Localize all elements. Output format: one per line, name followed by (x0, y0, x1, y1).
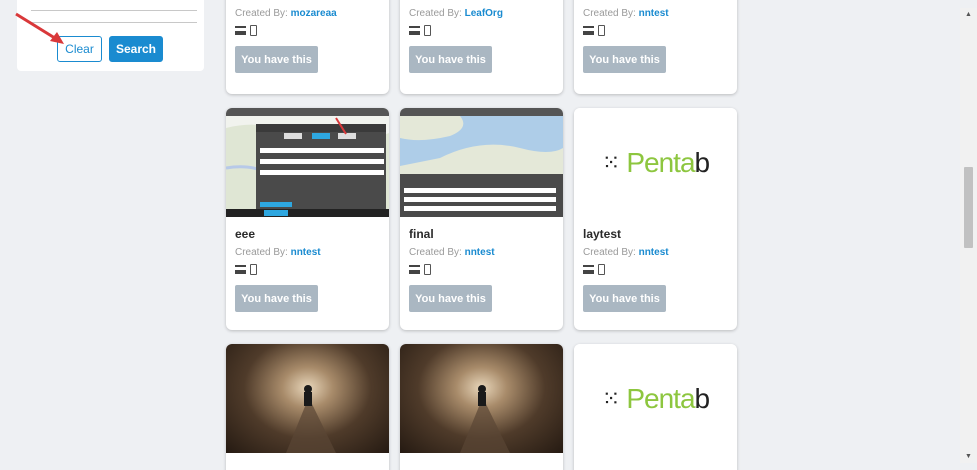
author-link[interactable]: mozareaa (291, 8, 337, 19)
app-thumbnail: ⁙ Pentab (574, 344, 737, 453)
author-link[interactable]: nntest (291, 247, 321, 258)
device-icons (409, 264, 554, 275)
device-icons (235, 264, 380, 275)
created-by: Created By: nntest (409, 247, 495, 258)
desktop-icon (583, 265, 594, 274)
created-by: Created By: nntest (583, 8, 669, 19)
phone-icon (424, 25, 431, 36)
pentab-logo-dots-icon: ⁙ (601, 149, 621, 175)
author-link[interactable]: nntest (465, 247, 495, 258)
annotation-arrow-icon (15, 12, 64, 44)
search-button[interactable]: Search (109, 36, 163, 62)
vertical-scrollbar[interactable]: ▲ ▼ (960, 8, 977, 463)
app-thumbnail (400, 344, 563, 453)
phone-icon (250, 264, 257, 275)
map-screenshot-icon (226, 108, 389, 217)
desktop-icon (409, 265, 420, 274)
app-card[interactable]: ⁙ Pentab laytest Created By: nntest You … (574, 108, 737, 330)
device-icons (583, 25, 728, 36)
app-title[interactable]: laytest (583, 227, 728, 241)
author-link[interactable]: nntest (639, 247, 669, 258)
created-by: Created By: nntest (583, 247, 669, 258)
you-have-this-button[interactable]: You have this (583, 285, 666, 312)
app-card[interactable]: Created By: nntest You have this (574, 0, 737, 94)
scroll-up-icon[interactable]: ▲ (965, 11, 972, 18)
you-have-this-button[interactable]: You have this (409, 285, 492, 312)
pentab-logo: Pentab (626, 382, 710, 414)
phone-icon (598, 25, 605, 36)
created-by: Created By: LeafOrg (409, 8, 503, 19)
app-title[interactable]: final (409, 227, 554, 241)
app-thumbnail: ⁙ Pentab (574, 108, 737, 217)
device-icons (409, 25, 554, 36)
you-have-this-button[interactable]: You have this (235, 285, 318, 312)
app-card[interactable]: Created By: LeafOrg You have this (400, 0, 563, 94)
scroll-down-icon[interactable]: ▼ (965, 453, 972, 460)
forest-path-photo-icon (286, 385, 336, 453)
phone-icon (598, 264, 605, 275)
map-screenshot-icon (400, 108, 563, 217)
device-icons (235, 25, 380, 36)
created-by: Created By: nntest (235, 247, 321, 258)
app-card[interactable]: Created By: mozareaa You have this (226, 0, 389, 94)
desktop-icon (235, 26, 246, 35)
forest-path-photo-icon (460, 385, 510, 453)
app-card[interactable] (400, 344, 563, 470)
app-card[interactable]: eee Created By: nntest You have this (226, 108, 389, 330)
app-thumbnail (226, 344, 389, 453)
you-have-this-button[interactable]: You have this (235, 46, 318, 73)
app-thumbnail (226, 108, 389, 217)
app-card[interactable]: ⁙ Pentab (574, 344, 737, 470)
you-have-this-button[interactable]: You have this (583, 46, 666, 73)
author-link[interactable]: nntest (639, 8, 669, 19)
author-link[interactable]: LeafOrg (465, 8, 503, 19)
app-card[interactable] (226, 344, 389, 470)
app-thumbnail (400, 108, 563, 217)
you-have-this-button[interactable]: You have this (409, 46, 492, 73)
pentab-logo: Pentab (626, 146, 710, 178)
device-icons (583, 264, 728, 275)
created-by: Created By: mozareaa (235, 8, 337, 19)
desktop-icon (583, 26, 594, 35)
phone-icon (250, 25, 257, 36)
app-title[interactable]: eee (235, 227, 380, 241)
pentab-logo-dots-icon: ⁙ (601, 385, 621, 411)
desktop-icon (235, 265, 246, 274)
desktop-icon (409, 26, 420, 35)
phone-icon (424, 264, 431, 275)
scroll-thumb[interactable] (964, 167, 973, 248)
app-card[interactable]: final Created By: nntest You have this (400, 108, 563, 330)
